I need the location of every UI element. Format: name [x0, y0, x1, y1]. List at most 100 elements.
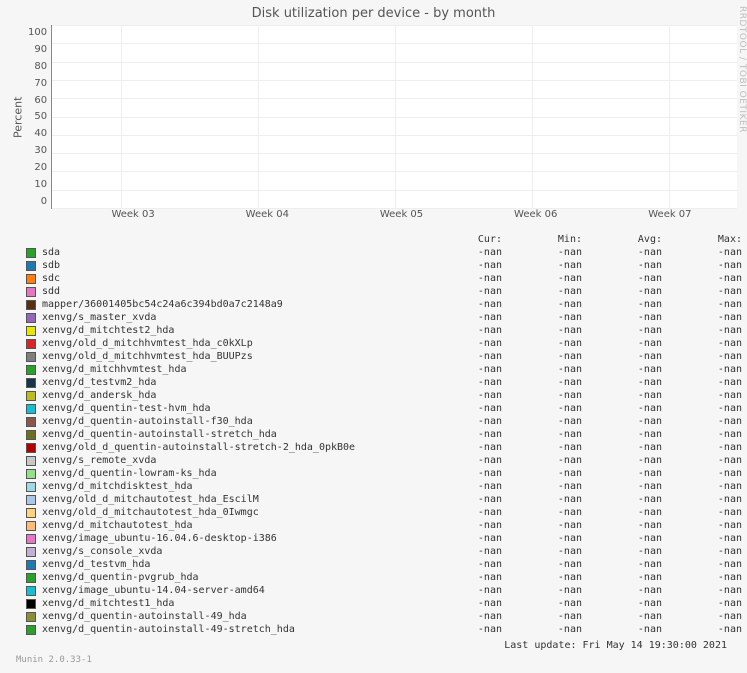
- legend-avg: -nan: [582, 454, 662, 467]
- legend-row: xenvg/old_d_quentin-autoinstall-stretch-…: [26, 441, 737, 454]
- legend-avg: -nan: [582, 428, 662, 441]
- legend-swatch: [26, 313, 36, 323]
- legend-min: -nan: [502, 272, 582, 285]
- legend-series-name: xenvg/image_ubuntu-14.04-server-amd64: [42, 584, 422, 597]
- legend-row: sda-nan-nan-nan-nan: [26, 246, 737, 259]
- legend-min: -nan: [502, 467, 582, 480]
- legend-max: -nan: [662, 506, 742, 519]
- legend-series-name: xenvg/d_testvm2_hda: [42, 376, 422, 389]
- legend-max: -nan: [662, 558, 742, 571]
- x-tick: Week 03: [111, 209, 154, 220]
- chart-container: RRDTOOL / TOBI OETIKER Disk utilization …: [0, 0, 747, 673]
- legend-row: xenvg/image_ubuntu-16.04.6-desktop-i386-…: [26, 532, 737, 545]
- last-update: Last update: Fri May 14 19:30:00 2021: [10, 640, 737, 651]
- legend-max: -nan: [662, 402, 742, 415]
- legend-row: xenvg/d_testvm_hda-nan-nan-nan-nan: [26, 558, 737, 571]
- x-axis-ticks: Week 03Week 04Week 05Week 06Week 07: [66, 209, 737, 223]
- legend-series-name: xenvg/d_mitchtest2_hda: [42, 324, 422, 337]
- legend-row: xenvg/old_d_mitchautotest_hda_0Iwmgc-nan…: [26, 506, 737, 519]
- legend-row: xenvg/s_remote_xvda-nan-nan-nan-nan: [26, 454, 737, 467]
- legend-swatch: [26, 456, 36, 466]
- legend-swatch: [26, 586, 36, 596]
- legend-avg: -nan: [582, 506, 662, 519]
- legend-header-avg: Avg:: [582, 233, 662, 246]
- legend-series-name: xenvg/d_mitchtest1_hda: [42, 597, 422, 610]
- legend-series-name: xenvg/old_d_mitchautotest_hda_EscilM: [42, 493, 422, 506]
- legend-min: -nan: [502, 376, 582, 389]
- legend-avg: -nan: [582, 337, 662, 350]
- legend-min: -nan: [502, 350, 582, 363]
- legend-cur: -nan: [422, 532, 502, 545]
- legend-row: sdc-nan-nan-nan-nan: [26, 272, 737, 285]
- legend-avg: -nan: [582, 402, 662, 415]
- y-tick: 0: [41, 196, 47, 207]
- legend-avg: -nan: [582, 493, 662, 506]
- legend-cur: -nan: [422, 454, 502, 467]
- legend-row: xenvg/d_mitchdisktest_hda-nan-nan-nan-na…: [26, 480, 737, 493]
- legend-min: -nan: [502, 532, 582, 545]
- legend-min: -nan: [502, 441, 582, 454]
- legend-min: -nan: [502, 454, 582, 467]
- legend-cur: -nan: [422, 610, 502, 623]
- legend-max: -nan: [662, 337, 742, 350]
- legend-avg: -nan: [582, 298, 662, 311]
- legend-max: -nan: [662, 441, 742, 454]
- legend-swatch: [26, 365, 36, 375]
- legend-header: Cur: Min: Avg: Max:: [26, 233, 737, 246]
- legend-avg: -nan: [582, 259, 662, 272]
- legend-cur: -nan: [422, 259, 502, 272]
- legend-swatch: [26, 573, 36, 583]
- legend-swatch: [26, 521, 36, 531]
- legend-cur: -nan: [422, 428, 502, 441]
- legend-series-name: xenvg/s_master_xvda: [42, 311, 422, 324]
- x-tick: Week 07: [648, 209, 691, 220]
- legend-swatch: [26, 612, 36, 622]
- x-tick: Week 04: [246, 209, 289, 220]
- legend-max: -nan: [662, 298, 742, 311]
- legend-avg: -nan: [582, 519, 662, 532]
- legend-cur: -nan: [422, 272, 502, 285]
- legend-min: -nan: [502, 571, 582, 584]
- legend-cur: -nan: [422, 324, 502, 337]
- legend-header-min: Min:: [502, 233, 582, 246]
- legend-min: -nan: [502, 584, 582, 597]
- legend-row: xenvg/d_mitchautotest_hda-nan-nan-nan-na…: [26, 519, 737, 532]
- legend-swatch: [26, 495, 36, 505]
- legend-series-name: xenvg/s_remote_xvda: [42, 454, 422, 467]
- legend-cur: -nan: [422, 597, 502, 610]
- legend-max: -nan: [662, 480, 742, 493]
- legend-cur: -nan: [422, 467, 502, 480]
- legend-header-max: Max:: [662, 233, 742, 246]
- legend-series-name: xenvg/d_quentin-autoinstall-stretch_hda: [42, 428, 422, 441]
- legend-max: -nan: [662, 324, 742, 337]
- y-tick: 60: [34, 95, 47, 106]
- legend-series-name: sdd: [42, 285, 422, 298]
- legend-cur: -nan: [422, 350, 502, 363]
- legend-min: -nan: [502, 623, 582, 636]
- legend-swatch: [26, 352, 36, 362]
- legend-cur: -nan: [422, 376, 502, 389]
- x-tick: Week 06: [514, 209, 557, 220]
- legend-series-name: xenvg/d_mitchhvmtest_hda: [42, 363, 422, 376]
- legend-min: -nan: [502, 246, 582, 259]
- legend-avg: -nan: [582, 545, 662, 558]
- y-axis-label: Percent: [10, 25, 26, 209]
- legend-row: xenvg/d_quentin-lowram-ks_hda-nan-nan-na…: [26, 467, 737, 480]
- legend-swatch: [26, 417, 36, 427]
- legend-max: -nan: [662, 376, 742, 389]
- legend-max: -nan: [662, 428, 742, 441]
- legend-avg: -nan: [582, 441, 662, 454]
- legend-swatch: [26, 287, 36, 297]
- legend-max: -nan: [662, 454, 742, 467]
- legend-min: -nan: [502, 480, 582, 493]
- legend-avg: -nan: [582, 363, 662, 376]
- legend-cur: -nan: [422, 519, 502, 532]
- legend-series-name: sdc: [42, 272, 422, 285]
- legend-cur: -nan: [422, 480, 502, 493]
- legend-avg: -nan: [582, 610, 662, 623]
- legend-avg: -nan: [582, 597, 662, 610]
- legend-min: -nan: [502, 311, 582, 324]
- legend: Cur: Min: Avg: Max: sda-nan-nan-nan-nan s…: [26, 233, 737, 636]
- legend-max: -nan: [662, 597, 742, 610]
- legend-max: -nan: [662, 389, 742, 402]
